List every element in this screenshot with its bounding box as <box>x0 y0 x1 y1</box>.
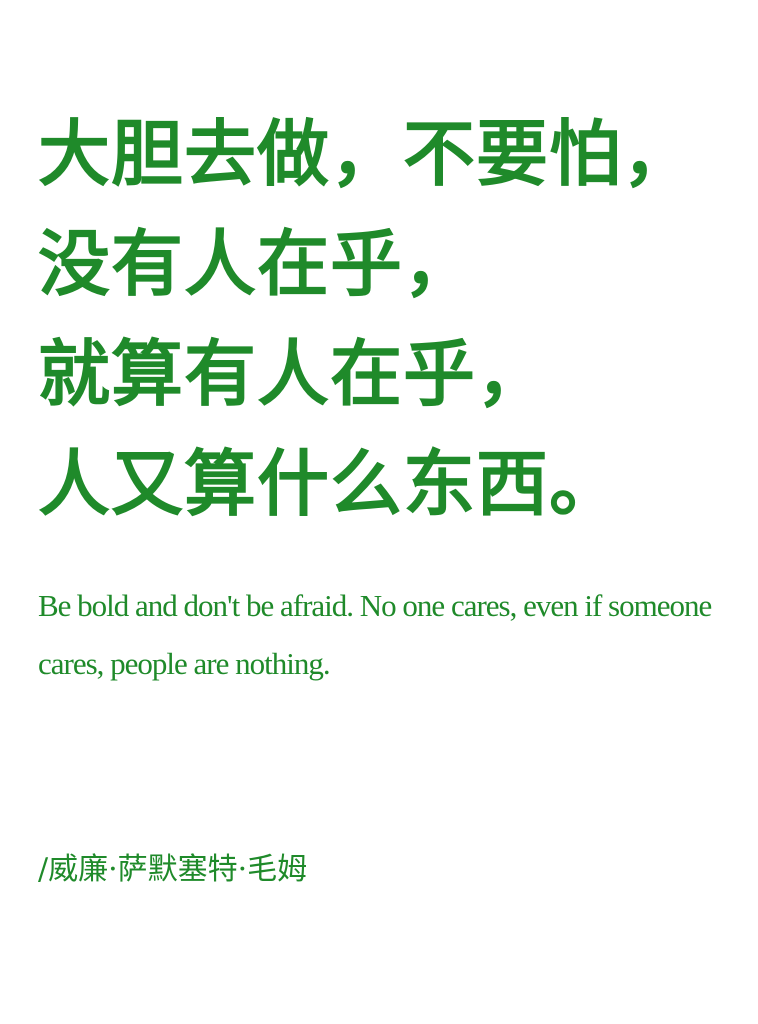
chinese-quote-line: 大胆去做，不要怕， <box>38 111 696 196</box>
author-attribution: /威廉·萨默塞特·毛姆 <box>38 852 308 887</box>
chinese-quote-line: 就算有人在乎， <box>38 331 550 416</box>
chinese-quote-line: 人又算什么东西。 <box>38 441 623 526</box>
quote-card: 大胆去做，不要怕， 没有人在乎， 就算有人在乎， 人又算什么东西。 Be bol… <box>0 0 758 1024</box>
chinese-quote: 大胆去做，不要怕， 没有人在乎， 就算有人在乎， 人又算什么东西。 <box>38 108 718 548</box>
english-translation: Be bold and don't be afraid. No one care… <box>38 588 712 681</box>
chinese-quote-line: 没有人在乎， <box>38 221 477 306</box>
